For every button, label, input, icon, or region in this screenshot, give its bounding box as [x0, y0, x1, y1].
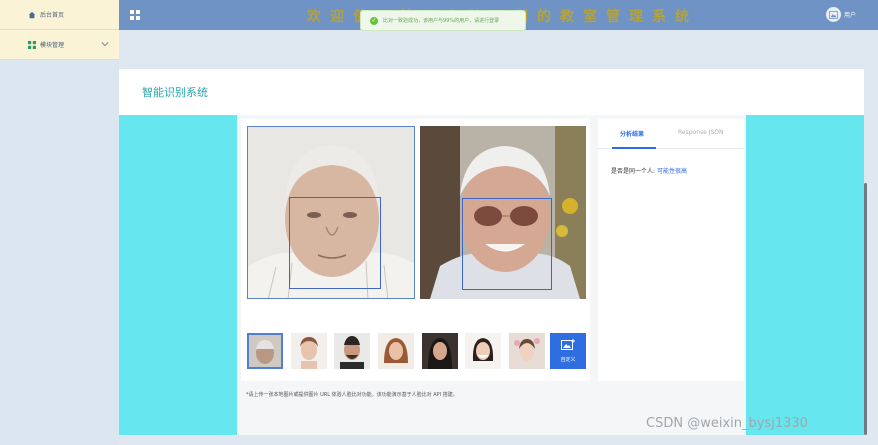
- toast-message: 比对一致验成功，该用户与99%的用户，请进行登录: [383, 18, 500, 24]
- sample-thumbnails: 自定义: [247, 333, 589, 371]
- compare-panel: 自定义: [241, 119, 590, 381]
- sidebar-item-home[interactable]: 后台首页: [0, 0, 119, 30]
- page-header: 智能识别系统: [119, 69, 864, 115]
- face-image-1[interactable]: [247, 126, 415, 299]
- result-line: 是否是同一个人: 可能性很高: [611, 166, 687, 175]
- chevron-down-icon[interactable]: [101, 40, 109, 49]
- thumbnail-2[interactable]: [291, 333, 327, 369]
- result-panel: 分析结果 Response JSON 是否是同一个人: 可能性很高: [598, 119, 744, 381]
- result-tabs: 分析结果 Response JSON: [598, 119, 744, 149]
- check-circle-icon: ✓: [370, 16, 378, 25]
- result-value: 可能性很高: [656, 168, 687, 175]
- active-tab-indicator: [612, 147, 656, 149]
- sidebar-item-label: 后台首页: [40, 12, 65, 19]
- home-icon: [28, 11, 36, 19]
- thumbnail-1[interactable]: [247, 333, 283, 369]
- usage-note: *请上传一张本地图片或提供图片 URL 体验人脸比对功能。该功能演示基于人脸比对…: [246, 392, 458, 398]
- sidebar-item-modules[interactable]: 模块管理: [0, 30, 119, 60]
- grid-icon: [28, 40, 36, 49]
- page-scrollbar[interactable]: [864, 183, 867, 435]
- add-image-icon: [561, 339, 575, 353]
- thumbnail-7[interactable]: [509, 333, 545, 369]
- face-detection-box: [462, 198, 552, 290]
- face-detection-box: [289, 197, 381, 289]
- user-menu[interactable]: 用户: [825, 7, 856, 22]
- page-title: 智能识别系统: [142, 86, 208, 99]
- thumbnail-5[interactable]: [422, 333, 458, 369]
- success-toast: ✓ 比对一致验成功，该用户与99%的用户，请进行登录: [360, 10, 526, 31]
- right-decor-column: [746, 115, 864, 435]
- custom-upload-button[interactable]: 自定义: [550, 333, 586, 369]
- thumbnail-6[interactable]: [465, 333, 501, 369]
- face-image-2[interactable]: [420, 126, 586, 299]
- watermark: CSDN @weixin_bysj1330: [646, 416, 808, 431]
- thumbnail-4[interactable]: [378, 333, 414, 369]
- avatar-icon: [825, 7, 841, 22]
- tab-response-json[interactable]: Response JSON: [678, 129, 724, 136]
- user-label: 用户: [843, 12, 856, 19]
- result-label: 是否是同一个人:: [611, 168, 656, 175]
- custom-upload-label: 自定义: [560, 357, 576, 363]
- face-compare-demo: 自定义 分析结果 Response JSON 是否是同一个人: 可能性很高 *请…: [237, 115, 746, 435]
- sidebar: 后台首页 模块管理: [0, 0, 119, 445]
- left-decor-column: [119, 115, 237, 435]
- tab-analysis[interactable]: 分析结果: [620, 129, 644, 138]
- thumbnail-3[interactable]: [334, 333, 370, 369]
- sidebar-item-label: 模块管理: [40, 42, 65, 49]
- menu-grid-icon[interactable]: [130, 10, 140, 20]
